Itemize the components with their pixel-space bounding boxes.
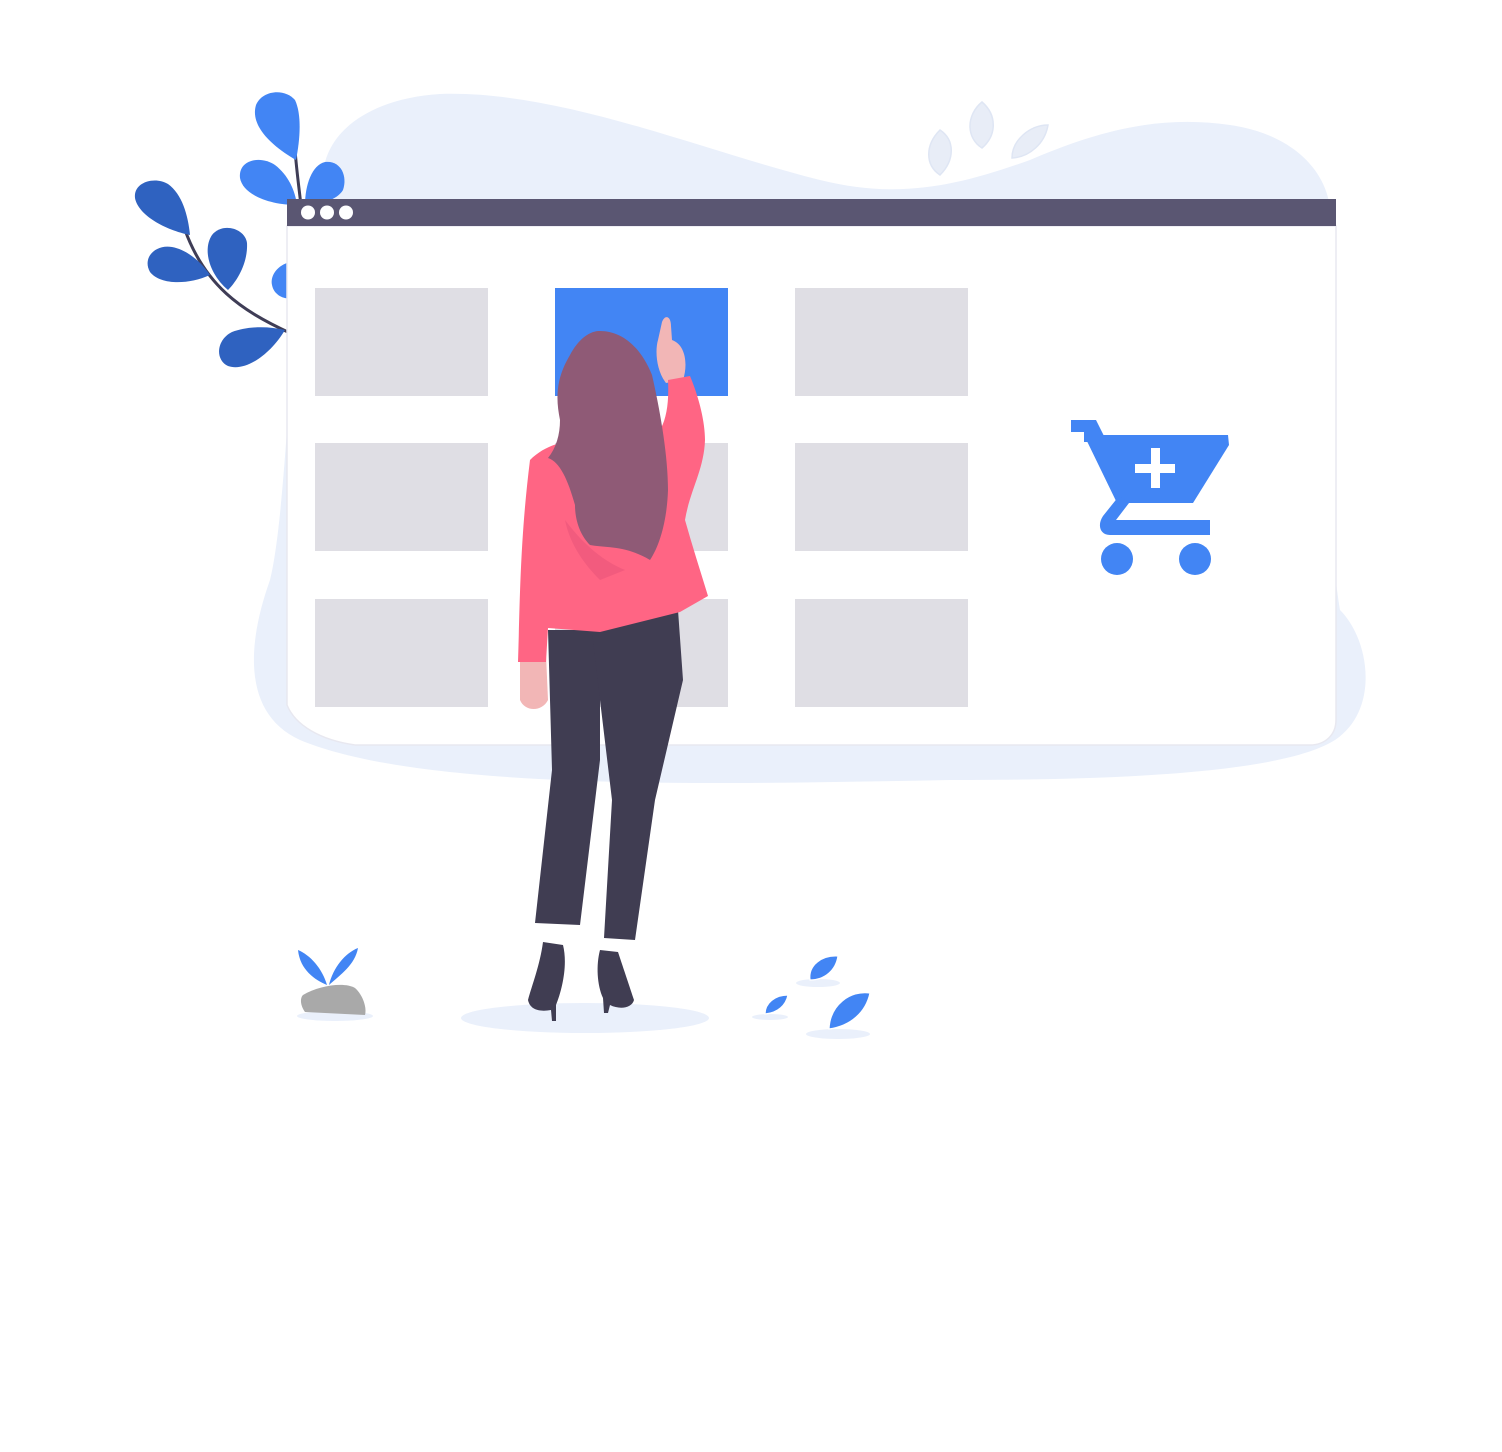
rock [300, 984, 366, 1015]
sprout-leaf-icon [298, 950, 327, 985]
faint-leaf-icon [1011, 124, 1049, 159]
sprout-leaf-icon [329, 948, 358, 985]
faint-leaf-icon [969, 101, 994, 149]
window-title-bar [287, 199, 1336, 226]
leaf-icon [764, 994, 789, 1015]
product-tile[interactable] [795, 288, 968, 396]
product-tile[interactable] [795, 443, 968, 551]
faint-leaf-icon [928, 129, 952, 176]
plant-leaf-icon [147, 246, 210, 283]
product-tile[interactable] [315, 599, 488, 707]
plant-leaf-icon [134, 180, 190, 235]
leaf-icon [809, 955, 839, 981]
woman-shadow [461, 1003, 709, 1033]
leaf-shadow [806, 1029, 870, 1039]
online-shopping-illustration [134, 92, 1366, 1039]
leaf-shadow [752, 1014, 788, 1020]
rock-sprout [298, 948, 366, 1015]
plus-icon [1151, 448, 1160, 488]
product-tile[interactable] [795, 599, 968, 707]
plant-leaf-icon [219, 327, 285, 368]
cart-wheel [1101, 543, 1133, 575]
hand [520, 655, 548, 709]
leaf-shadow [796, 979, 840, 987]
plant-leaf-icon [239, 159, 297, 205]
product-tile[interactable] [315, 443, 488, 551]
window-dot-icon[interactable] [320, 205, 334, 220]
window-dot-icon[interactable] [339, 205, 353, 220]
product-tile[interactable] [315, 288, 488, 396]
cart-wheel [1179, 543, 1211, 575]
leaf-icon [828, 992, 871, 1030]
window-dot-icon[interactable] [301, 205, 315, 220]
browser-window [286, 199, 1337, 746]
plant-leaf-icon [254, 92, 300, 160]
